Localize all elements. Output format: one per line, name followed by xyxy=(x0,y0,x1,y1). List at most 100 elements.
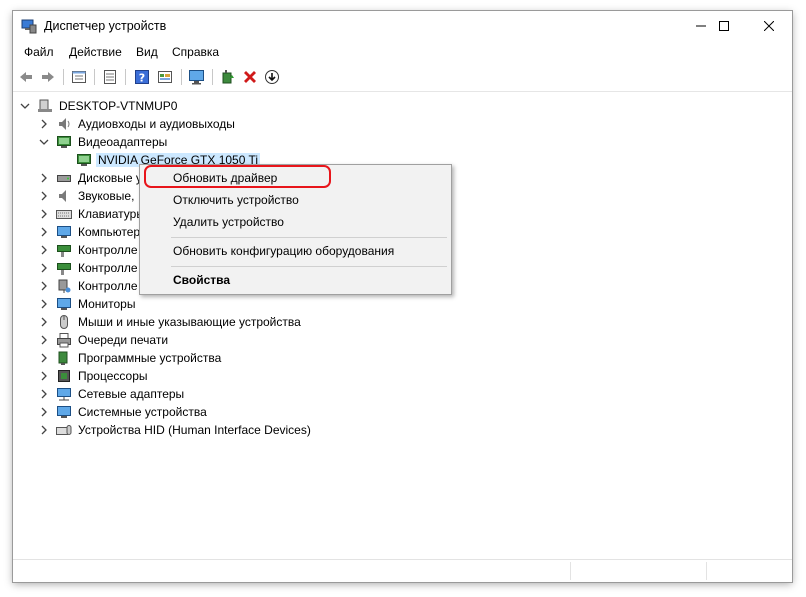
menu-view[interactable]: Вид xyxy=(136,45,158,59)
gpu-device-icon xyxy=(77,154,91,166)
tree-item-label: Мониторы xyxy=(78,297,136,311)
menu-action[interactable]: Действие xyxy=(69,45,122,59)
title-bar[interactable]: Диспетчер устройств xyxy=(13,11,792,41)
chevron-right-icon[interactable] xyxy=(39,172,49,184)
computer-monitor-icon xyxy=(57,226,71,238)
processor-icon xyxy=(58,370,70,382)
tree-root[interactable]: DESKTOP-VTNMUP0 xyxy=(13,97,792,115)
keyboard-icon xyxy=(56,210,72,219)
chevron-right-icon[interactable] xyxy=(39,316,49,328)
software-device-icon xyxy=(58,351,68,365)
chevron-right-icon[interactable] xyxy=(39,388,49,400)
menu-scan-hardware-label: Обновить конфигурацию оборудования xyxy=(173,244,395,258)
network-adapter-icon xyxy=(57,388,71,401)
tree-item-system-devices[interactable]: Системные устройства xyxy=(13,403,792,421)
uninstall-x-icon[interactable] xyxy=(241,68,259,86)
tree-item-hid[interactable]: Устройства HID (Human Interface Devices) xyxy=(13,421,792,439)
help-icon[interactable]: ? xyxy=(133,68,151,86)
tree-item-label: Процессоры xyxy=(78,369,148,383)
menu-disable-device-label: Отключить устройство xyxy=(173,193,299,207)
chevron-right-icon[interactable] xyxy=(39,298,49,310)
tree-item-label: Компьютер xyxy=(78,225,141,239)
tree-item-label: Звуковые, xyxy=(78,189,135,203)
menu-properties-label: Свойства xyxy=(173,273,231,287)
list-view-icon[interactable] xyxy=(101,68,119,86)
tree-root-label: DESKTOP-VTNMUP0 xyxy=(59,99,178,113)
monitor-scan-icon[interactable] xyxy=(188,68,206,86)
device-tree: DESKTOP-VTNMUP0 Аудиовходы и аудиовыходы… xyxy=(13,92,792,560)
update-driver-icon[interactable] xyxy=(219,68,237,86)
chevron-right-icon[interactable] xyxy=(39,334,49,346)
menu-disable-device[interactable]: Отключить устройство xyxy=(141,189,450,211)
tree-item-monitors[interactable]: Мониторы xyxy=(13,295,792,313)
hid-device-icon xyxy=(56,425,72,435)
close-icon xyxy=(764,21,774,31)
close-button[interactable] xyxy=(746,11,792,41)
tree-item-network-adapters[interactable]: Сетевые адаптеры xyxy=(13,385,792,403)
menu-scan-hardware[interactable]: Обновить конфигурацию оборудования xyxy=(141,240,450,262)
maximize-button[interactable] xyxy=(701,11,747,41)
tree-item-label: Программные устройства xyxy=(78,351,222,365)
maximize-icon xyxy=(719,21,729,31)
chevron-down-icon[interactable] xyxy=(39,136,49,148)
chevron-right-icon[interactable] xyxy=(39,262,49,274)
toolbar: ? xyxy=(13,64,792,92)
tree-item-label: Сетевые адаптеры xyxy=(78,387,185,401)
properties-view-icon[interactable] xyxy=(70,68,88,86)
menu-properties[interactable]: Свойства xyxy=(141,269,450,291)
chevron-right-icon[interactable] xyxy=(39,370,49,382)
disk-drive-icon xyxy=(57,175,71,182)
chevron-right-icon[interactable] xyxy=(39,244,49,256)
printer-icon xyxy=(57,333,71,348)
chevron-right-icon[interactable] xyxy=(39,190,49,202)
computer-icon xyxy=(38,99,52,112)
monitor-icon xyxy=(57,298,71,310)
storage-controller-icon xyxy=(57,263,71,275)
chevron-right-icon[interactable] xyxy=(39,226,49,238)
tree-item-print-queues[interactable]: Очереди печати xyxy=(13,331,792,349)
menu-help[interactable]: Справка xyxy=(172,45,219,59)
tree-item-label: Мыши и иные указывающие устройства xyxy=(78,315,301,329)
window-title: Диспетчер устройств xyxy=(44,19,167,33)
chevron-right-icon[interactable] xyxy=(39,118,49,130)
mouse-icon xyxy=(60,315,68,329)
device-manager-window: Диспетчер устройств Файл Действие Вид Сп… xyxy=(13,11,792,582)
svg-text:?: ? xyxy=(139,72,145,85)
tree-item-mice[interactable]: Мыши и иные указывающие устройства xyxy=(13,313,792,331)
menu-uninstall-device[interactable]: Удалить устройство xyxy=(141,211,450,233)
download-icon[interactable] xyxy=(263,68,281,86)
chevron-right-icon[interactable] xyxy=(39,424,49,436)
tree-item-label: Системные устройства xyxy=(78,405,207,419)
system-device-icon xyxy=(57,406,71,418)
menu-bar: Файл Действие Вид Справка xyxy=(13,41,792,62)
highlight-annotation xyxy=(144,165,331,188)
tree-item-label: Устройства HID (Human Interface Devices) xyxy=(78,423,311,437)
audio-io-icon xyxy=(59,118,70,130)
chevron-right-icon[interactable] xyxy=(39,352,49,364)
video-adapter-icon xyxy=(57,136,71,148)
tree-item-software-devices[interactable]: Программные устройства xyxy=(13,349,792,367)
ide-controller-icon xyxy=(57,245,71,257)
tree-item-video-adapters[interactable]: Видеоадаптеры xyxy=(13,133,792,151)
tree-item-label: Клавиатуры xyxy=(78,207,145,221)
chevron-right-icon[interactable] xyxy=(39,280,49,292)
chevron-down-icon[interactable] xyxy=(20,100,30,112)
tree-item-label: Очереди печати xyxy=(78,333,169,347)
forward-arrow-icon[interactable] xyxy=(39,68,57,86)
chevron-right-icon[interactable] xyxy=(39,208,49,220)
tree-item-label: Дисковые у xyxy=(78,171,142,185)
status-bar xyxy=(13,559,792,582)
chevron-right-icon[interactable] xyxy=(39,406,49,418)
back-arrow-icon[interactable] xyxy=(17,68,35,86)
tree-item-label: Контролле xyxy=(78,279,138,293)
menu-separator xyxy=(171,237,447,238)
menu-separator xyxy=(171,266,447,267)
resources-view-icon[interactable] xyxy=(156,68,174,86)
device-manager-icon xyxy=(21,19,37,34)
menu-file[interactable]: Файл xyxy=(24,45,54,59)
tree-item-label: Видеоадаптеры xyxy=(78,135,168,149)
tree-item-audio-io[interactable]: Аудиовходы и аудиовыходы xyxy=(13,115,792,133)
tree-item-label: Аудиовходы и аудиовыходы xyxy=(78,117,235,131)
tree-item-label: Контролле xyxy=(78,243,138,257)
tree-item-processors[interactable]: Процессоры xyxy=(13,367,792,385)
